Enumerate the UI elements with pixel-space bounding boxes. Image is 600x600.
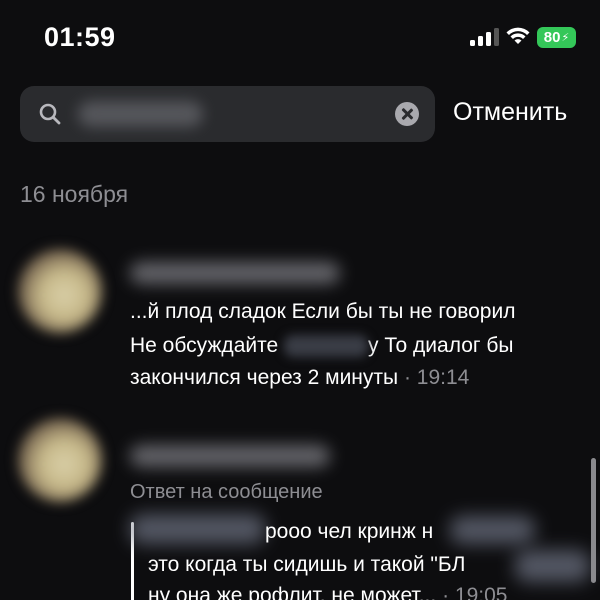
redacted-text [130,514,265,544]
message-text: закончился через 2 минуты [130,366,399,389]
status-time: 01:59 [44,22,116,52]
status-bar: 01:59 80 ⚡ [0,0,600,78]
quote-text-line: это когда ты сидишь и такой "БЛ [148,553,465,577]
avatar [18,418,102,502]
message-text-line: ...й плод сладок Если бы ты не говорил [130,300,515,324]
signal-bar [478,36,483,46]
quote-text: рооо чел кринж н [265,520,434,543]
redacted-text [515,550,590,582]
chat-search-screen: 01:59 80 ⚡ Отменить 16 ноября ...й плод … [0,0,600,600]
clear-search-icon[interactable] [395,102,419,126]
sender-name-redacted [130,445,330,467]
message-text: Не обсуждайте [130,334,279,357]
redacted-word [284,335,369,358]
cellular-signal-icon [470,28,500,46]
signal-bar [494,28,499,46]
message-text: у То диалог бы [368,334,514,357]
battery-indicator: 80 ⚡ [537,27,576,48]
message-time: · 19:05 [442,584,508,600]
sender-name-redacted [130,262,340,284]
search-icon [39,103,61,125]
message-time: · 19:14 [403,366,470,389]
message-text-line: закончился через 2 минуты · 19:14 [130,366,469,390]
quote-text-line: ну она же рофлит, не может... · 19:05 [148,584,507,600]
signal-bar [470,40,475,46]
reply-label: Ответ на сообщение [130,481,323,503]
quote-text: это когда ты сидишь и такой "БЛ [148,553,466,576]
search-input[interactable] [20,86,435,142]
signal-bar [486,32,491,46]
wifi-icon [506,27,530,44]
message-text-line: Не обсуждайте у То диалог бы [130,334,514,358]
battery-percent: 80 [543,29,561,46]
redacted-text [450,516,535,544]
quote-text-line: рооо чел кринж н [265,520,433,544]
scroll-indicator [591,458,596,583]
charging-bolt-icon: ⚡ [561,32,570,44]
search-query-redacted [78,101,203,127]
cancel-button[interactable]: Отменить [453,98,567,127]
quote-text: ну она же рофлит, не может... [148,584,437,600]
message-text: ...й плод сладок Если бы ты не говорил [130,300,516,323]
avatar [18,249,102,333]
date-section-header: 16 ноября [20,181,129,207]
